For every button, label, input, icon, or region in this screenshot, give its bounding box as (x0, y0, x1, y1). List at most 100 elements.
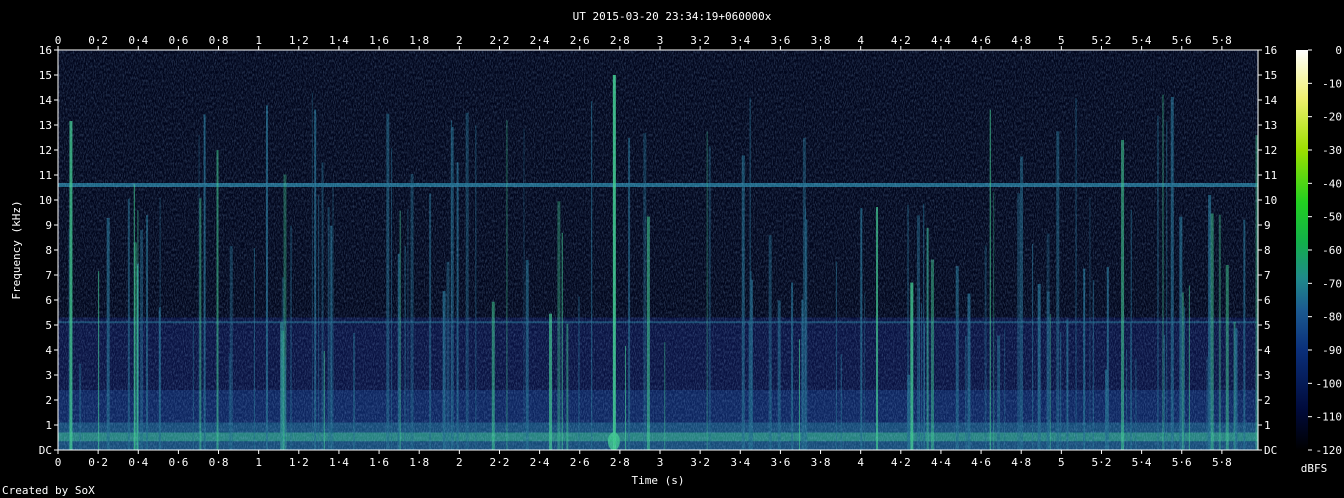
x-tick-label-top: 2·2 (490, 34, 510, 47)
y-tick-label-left: 10 (39, 194, 52, 207)
x-tick-label-bottom: 4·4 (931, 456, 951, 469)
x-tick-label-bottom: 4·2 (891, 456, 911, 469)
colorbar-tick-label: -70 (1322, 277, 1342, 290)
x-tick-label-bottom: 3·4 (730, 456, 750, 469)
colorbar-tick-label: -60 (1322, 244, 1342, 257)
x-tick-label-top: 5·2 (1092, 34, 1112, 47)
y-tick-label-left: 1 (45, 419, 52, 432)
x-tick-label-bottom: 4 (857, 456, 864, 469)
colorbar-tick-label: -80 (1322, 311, 1342, 324)
y-tick-label-right: 10 (1264, 194, 1277, 207)
colorbar-tick-label: -100 (1316, 377, 1343, 390)
y-tick-label-right: 8 (1264, 244, 1271, 257)
x-tick-label-bottom: 0·2 (88, 456, 108, 469)
x-tick-label-top: 3 (657, 34, 664, 47)
footer-credit: Created by SoX (2, 484, 95, 497)
colorbar-label: dBFS (1301, 462, 1328, 475)
x-tick-label-top: 5·8 (1212, 34, 1232, 47)
x-tick-label-top: 2 (456, 34, 463, 47)
colorbar-gradient (1296, 50, 1308, 450)
y-tick-label-left: 15 (39, 69, 52, 82)
x-tick-label-top: 4·4 (931, 34, 951, 47)
x-tick-label-top: 2·4 (530, 34, 550, 47)
x-tick-label-top: 1·8 (409, 34, 429, 47)
colorbar-tick-label: -30 (1322, 144, 1342, 157)
y-axis-left: DC12345678910111213141516 (39, 44, 58, 457)
x-axis-bottom: 0 0·2 0·4 0·6 0·8 1 1·2 1·4 1·6 1·8 2 2·2 2·4 2·6 2·8 3… (55, 450, 1232, 469)
colorbar-ticks: 0 -10 -20 -30 -40 -50 -60 -70 -80 -90 -100 -110 -120 (1308, 44, 1342, 457)
y-tick-label-right: 13 (1264, 119, 1277, 132)
colorbar-tick-label: -90 (1322, 344, 1342, 357)
y-tick-label-right: 16 (1264, 44, 1277, 57)
x-tick-label-bottom: 3 (657, 456, 664, 469)
y-tick-label-left: 11 (39, 169, 52, 182)
y-tick-label-right: 1 (1264, 419, 1271, 432)
y-tick-label-right: 14 (1264, 94, 1278, 107)
y-tick-label-left: 5 (45, 319, 52, 332)
y-tick-label-left: 9 (45, 219, 52, 232)
y-tick-label-left: 8 (45, 244, 52, 257)
spectrogram-chart: UT 2015-03-20 23:34:19+060000x 0 0·2 0·4 0·… (2, 10, 1342, 497)
x-tick-label-bottom: 3·2 (690, 456, 710, 469)
x-tick-label-top: 0·4 (128, 34, 148, 47)
y-tick-label-left: DC (39, 444, 52, 457)
x-tick-label-bottom: 3·6 (770, 456, 790, 469)
y-tick-label-right: 2 (1264, 394, 1271, 407)
x-tick-label-bottom: 1·8 (409, 456, 429, 469)
x-tick-label-top: 1·6 (369, 34, 389, 47)
x-axis-top: 0 0·2 0·4 0·6 0·8 1 1·2 1·4 1·6 1·8 2 2·2 2·4 2·6 2·8 3… (55, 34, 1232, 50)
x-tick-label-bottom: 2·6 (570, 456, 590, 469)
y-tick-label-left: 3 (45, 369, 52, 382)
x-tick-label-bottom: 2·2 (490, 456, 510, 469)
x-tick-label-bottom: 5·2 (1092, 456, 1112, 469)
x-tick-label-bottom: 4·6 (971, 456, 991, 469)
x-tick-label-bottom: 5·6 (1172, 456, 1192, 469)
x-tick-label-top: 4·2 (891, 34, 911, 47)
y-tick-label-right: DC (1264, 444, 1277, 457)
x-tick-label-top: 2·6 (570, 34, 590, 47)
spectrogram-plot (57, 49, 1259, 451)
x-tick-label-top: 1·2 (289, 34, 309, 47)
x-tick-label-top: 5 (1058, 34, 1065, 47)
x-tick-label-top: 1 (255, 34, 262, 47)
colorbar: 0 -10 -20 -30 -40 -50 -60 -70 -80 -90 -100 -110 -120… (1296, 44, 1342, 475)
x-tick-label-bottom: 0·4 (128, 456, 148, 469)
y-tick-label-left: 13 (39, 119, 52, 132)
x-tick-label-bottom: 0·8 (209, 456, 229, 469)
x-tick-label-bottom: 5·4 (1132, 456, 1152, 469)
y-tick-label-right: 3 (1264, 369, 1271, 382)
x-tick-label-bottom: 0·6 (168, 456, 188, 469)
noise-texture (58, 50, 1258, 450)
colorbar-tick-label: -110 (1316, 411, 1343, 424)
y-tick-label-left: 2 (45, 394, 52, 407)
x-tick-label-bottom: 1 (255, 456, 262, 469)
y-tick-label-right: 11 (1264, 169, 1277, 182)
x-tick-label-top: 4·8 (1011, 34, 1031, 47)
x-tick-label-top: 0·6 (168, 34, 188, 47)
y-tick-label-left: 12 (39, 144, 52, 157)
x-tick-label-top: 0·2 (88, 34, 108, 47)
colorbar-tick-label: -10 (1322, 77, 1342, 90)
x-tick-label-top: 1·4 (329, 34, 349, 47)
x-tick-label-bottom: 2·4 (530, 456, 550, 469)
y-tick-label-left: 16 (39, 44, 52, 57)
y-tick-label-right: 9 (1264, 219, 1271, 232)
x-tick-label-bottom: 1·6 (369, 456, 389, 469)
x-tick-label-top: 3·4 (730, 34, 750, 47)
colorbar-tick-label: -20 (1322, 111, 1342, 124)
colorbar-tick-label: -120 (1316, 444, 1343, 457)
x-tick-label-bottom: 2 (456, 456, 463, 469)
y-tick-label-left: 6 (45, 294, 52, 307)
x-tick-label-bottom: 4·8 (1011, 456, 1031, 469)
x-tick-label-bottom: 5 (1058, 456, 1065, 469)
y-tick-label-left: 14 (39, 94, 53, 107)
x-tick-label-bottom: 0 (55, 456, 62, 469)
y-tick-label-right: 6 (1264, 294, 1271, 307)
x-tick-label-top: 5·4 (1132, 34, 1152, 47)
y-tick-label-right: 5 (1264, 319, 1271, 332)
colorbar-tick-label: -50 (1322, 211, 1342, 224)
x-tick-label-bottom: 5·8 (1212, 456, 1232, 469)
x-tick-label-top: 4·6 (971, 34, 991, 47)
y-tick-label-right: 7 (1264, 269, 1271, 282)
x-tick-label-top: 3·6 (770, 34, 790, 47)
